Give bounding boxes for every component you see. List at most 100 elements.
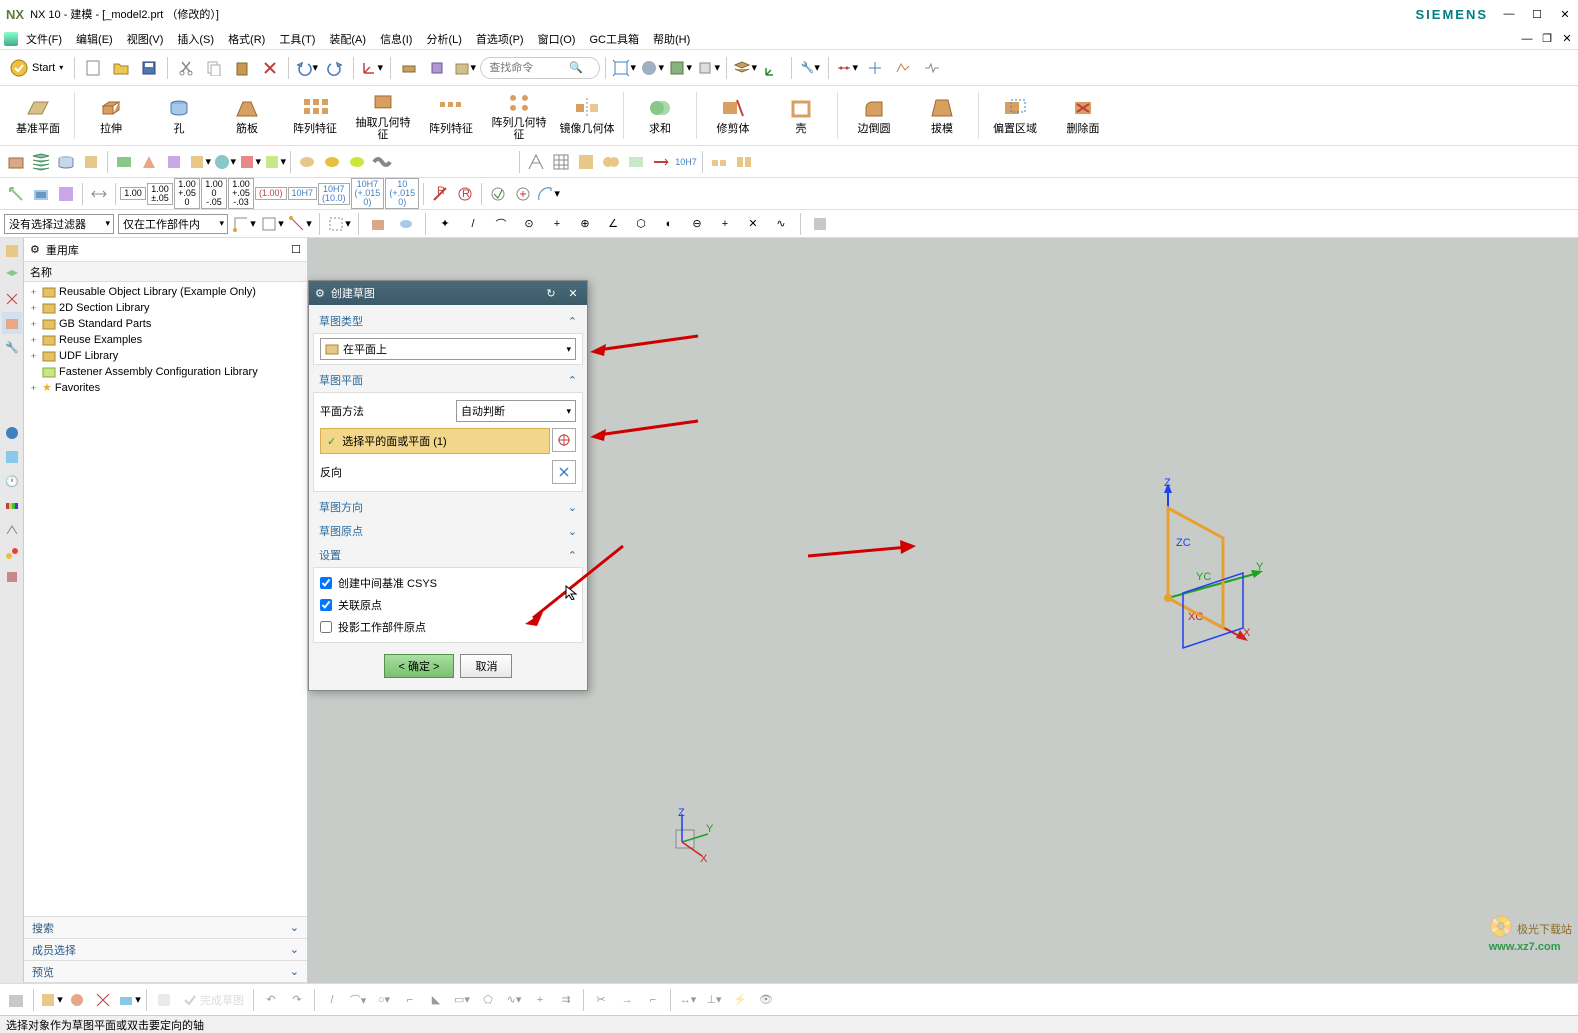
sketch-type-combo[interactable]: 在平面上 [320,338,576,360]
sf-7[interactable]: ✦ [433,212,457,236]
ribbon-pattern-geo[interactable]: 阵列几何特征 [485,88,553,143]
ribbon-shell[interactable]: 壳 [767,88,835,143]
bt-offset[interactable]: ⇉ [554,988,578,1012]
ribbon-unite[interactable]: 求和 [626,88,694,143]
bt-auto[interactable]: ⚡ [728,988,752,1012]
tb2-9[interactable]: ▾ [212,150,236,174]
minimize-button[interactable]: — [1502,7,1516,21]
close-button[interactable]: ✕ [1558,7,1572,21]
vtab-12[interactable] [2,566,22,588]
sf-5[interactable] [366,212,390,236]
fit-button[interactable]: ▾ [611,55,637,81]
menu-analysis[interactable]: 分析(L) [420,29,467,49]
vtab-10[interactable] [2,518,22,540]
sf-2[interactable]: ▾ [260,212,284,236]
bt-finish-sketch[interactable]: 完成草图 [178,988,248,1012]
bt-show[interactable]: 👁 [754,988,778,1012]
sf-17[interactable]: + [713,212,737,236]
sf-10[interactable]: ⊙ [517,212,541,236]
search-input[interactable] [489,62,569,74]
work-csys[interactable]: Z ZC Y YC X XC [1128,478,1268,658]
bt-trim[interactable]: ✂ [589,988,613,1012]
ok-button[interactable]: < 确定 > [384,654,455,678]
gear-icon[interactable]: ⚙ [30,243,40,256]
ribbon-edge-blend[interactable]: 边倒圆 [840,88,908,143]
tb3-2[interactable] [29,182,53,206]
tol-2[interactable]: 1.00 ±.05 [147,183,173,205]
bt-6[interactable] [152,988,176,1012]
vtab-navigator[interactable] [2,240,22,262]
tool-g[interactable] [890,55,916,81]
tb2-7[interactable] [162,150,186,174]
tb2-5[interactable] [112,150,136,174]
tb2-20[interactable] [624,150,648,174]
redo-button[interactable] [322,55,348,81]
reuse-tree[interactable]: +Reusable Object Library (Example Only) … [24,282,307,916]
sf-14[interactable]: ⬡ [629,212,653,236]
bt-line[interactable]: / [320,988,344,1012]
tb2-19[interactable] [599,150,623,174]
bt-cons[interactable]: ⊥▾ [702,988,726,1012]
tb2-17[interactable] [549,150,573,174]
wcs-button[interactable] [760,55,786,81]
render-button[interactable]: ▾ [667,55,693,81]
delete-button[interactable] [257,55,283,81]
sf-8[interactable]: / [461,212,485,236]
sf-15[interactable]: ◐ [657,212,681,236]
sf-19[interactable]: ∿ [769,212,793,236]
bt-3[interactable] [65,988,89,1012]
bt-extend[interactable]: → [615,988,639,1012]
vtab-reuse[interactable] [2,312,22,334]
bt-circle[interactable]: ○▾ [372,988,396,1012]
tb2-24[interactable] [732,150,756,174]
sf-18[interactable]: ✕ [741,212,765,236]
tb2-3[interactable] [54,150,78,174]
menu-format[interactable]: 格式(R) [222,29,271,49]
acc-member[interactable]: 成员选择⌄ [24,939,307,961]
tb2-6[interactable] [137,150,161,174]
ribbon-pattern-feature[interactable]: 阵列特征 [281,88,349,143]
undo-button[interactable]: ▾ [294,55,320,81]
csys-button[interactable]: ▾ [359,55,385,81]
tree-item[interactable]: +GB Standard Parts [26,316,305,332]
app-menu-icon[interactable] [4,32,18,46]
acc-preview[interactable]: 预览⌄ [24,961,307,983]
bt-8[interactable]: ↷ [285,988,309,1012]
layer-button[interactable]: ▾ [732,55,758,81]
save-button[interactable] [136,55,162,81]
ribbon-extract[interactable]: 抽取几何特征 [349,88,417,143]
tree-item[interactable]: +UDF Library [26,348,305,364]
ribbon-datum-plane[interactable]: 基准平面 [4,88,72,143]
bt-spline[interactable]: ∿▾ [502,988,526,1012]
tool-f[interactable] [862,55,888,81]
tol-4[interactable]: 1.00 0 -.05 [201,178,227,209]
cut-button[interactable] [173,55,199,81]
tree-item[interactable]: +★Favorites [26,380,305,395]
tree-item[interactable]: +Reuse Examples [26,332,305,348]
tb2-11[interactable]: ▾ [262,150,286,174]
vtab-6[interactable] [2,422,22,444]
plane-method-combo[interactable]: 自动判断 [456,400,576,422]
menu-assembly[interactable]: 装配(A) [323,29,372,49]
sf-3[interactable]: ▾ [288,212,312,236]
tb3-c1[interactable] [486,182,510,206]
vtab-8[interactable]: 🕐 [2,470,22,492]
bt-chamfer[interactable]: ◣ [424,988,448,1012]
tol-6[interactable]: (1.00) [255,187,287,200]
sf-1[interactable]: ▾ [232,212,256,236]
vtab-11[interactable] [2,542,22,564]
tb3-r2[interactable]: R [453,182,477,206]
tol-5[interactable]: 1.00 +.05 -.03 [228,178,254,209]
tb3-c3[interactable]: ▾ [536,182,560,206]
mdi-restore[interactable]: ❐ [1540,32,1554,46]
command-search[interactable]: 🔍 [480,57,600,79]
vtab-constraint[interactable] [2,288,22,310]
menu-view[interactable]: 视图(V) [121,29,170,49]
shade-button[interactable]: ▾ [639,55,665,81]
tb3-3[interactable] [54,182,78,206]
section-sketch-type[interactable]: 草图类型⌃ [313,309,583,333]
tb2-10[interactable]: ▾ [237,150,261,174]
tb3-c2[interactable] [511,182,535,206]
bt-fillet[interactable]: ⌐ [398,988,422,1012]
tb3-1[interactable] [4,182,28,206]
